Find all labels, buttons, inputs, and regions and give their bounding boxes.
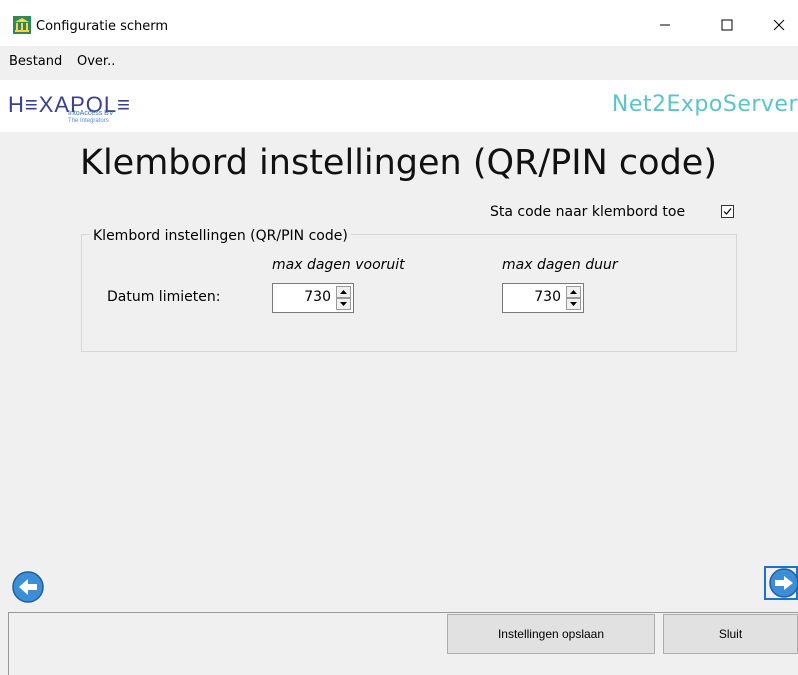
- close-button[interactable]: Sluit: [663, 614, 798, 654]
- title-bar: Configuratie scherm: [0, 0, 798, 46]
- days-ahead-stepper[interactable]: 730: [272, 283, 354, 313]
- menu-bar: Bestand Over..: [0, 46, 798, 78]
- app-name: Net2ExpoServer: [611, 92, 798, 117]
- close-window-button[interactable]: [756, 10, 798, 40]
- group-legend: Klembord instellingen (QR/PIN code): [90, 228, 351, 244]
- next-page-button[interactable]: [764, 566, 798, 600]
- col-max-days-duration: max dagen duur: [502, 257, 618, 273]
- col-max-days-ahead: max dagen vooruit: [272, 257, 405, 273]
- bottom-strip: [8, 654, 798, 675]
- clipboard-checkbox-label: Sta code naar klembord toe: [490, 204, 686, 220]
- window-title: Configuratie scherm: [36, 19, 169, 34]
- maximize-button[interactable]: [704, 10, 750, 40]
- date-limits-label: Datum limieten:: [107, 289, 221, 305]
- arrow-right-icon: [769, 568, 798, 598]
- minimize-button[interactable]: [642, 10, 688, 40]
- menu-bestand[interactable]: Bestand: [9, 54, 62, 69]
- save-settings-button[interactable]: Instellingen opslaan: [447, 614, 655, 654]
- logo-subtitle-tagline: The Integrators: [68, 118, 109, 124]
- days-duration-increment-button[interactable]: [566, 286, 581, 298]
- days-ahead-increment-button[interactable]: [336, 286, 351, 298]
- clipboard-checkbox[interactable]: [721, 205, 734, 218]
- arrow-left-icon: [12, 571, 44, 603]
- days-ahead-decrement-button[interactable]: [336, 298, 351, 310]
- days-duration-decrement-button[interactable]: [566, 298, 581, 310]
- days-ahead-value: 730: [304, 289, 331, 305]
- days-duration-stepper[interactable]: 730: [502, 283, 584, 313]
- header-band: H≡XAPOL≡ IntoAccess BV The Integrators N…: [0, 80, 798, 132]
- bank-icon: [13, 16, 31, 34]
- config-window: Configuratie scherm Bestand Over.. H≡XAP…: [0, 0, 798, 675]
- previous-page-button[interactable]: [11, 570, 45, 604]
- days-duration-value: 730: [534, 289, 561, 305]
- menu-over[interactable]: Over..: [77, 54, 115, 69]
- page-title: Klembord instellingen (QR/PIN code): [80, 143, 717, 183]
- logo-subtitle-company: IntoAccess BV: [68, 110, 114, 117]
